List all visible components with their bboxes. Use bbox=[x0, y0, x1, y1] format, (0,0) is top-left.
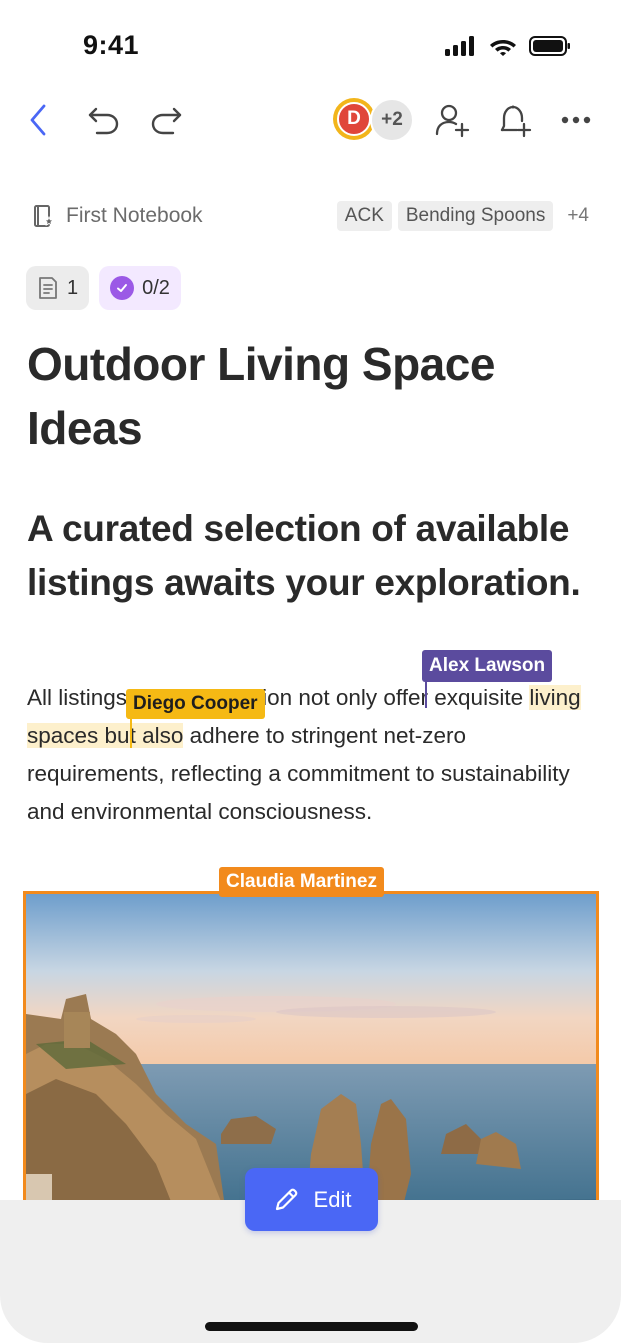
more-button[interactable] bbox=[556, 100, 596, 140]
undo-button[interactable] bbox=[84, 100, 124, 140]
tag-list: ACK Bending Spoons +4 bbox=[336, 201, 589, 231]
share-button[interactable] bbox=[432, 100, 472, 140]
tasks-progress-chip[interactable]: 0/2 bbox=[99, 266, 181, 310]
check-circle-icon bbox=[110, 276, 135, 300]
chevron-left-icon bbox=[30, 104, 46, 136]
wifi-icon bbox=[490, 40, 516, 56]
battery-icon bbox=[529, 36, 570, 56]
back-button[interactable] bbox=[18, 100, 58, 140]
collaborator-label-claudia: Claudia Martinez bbox=[219, 867, 384, 897]
pencil-icon bbox=[275, 1188, 297, 1210]
redo-button[interactable] bbox=[146, 100, 186, 140]
reminder-button[interactable] bbox=[494, 100, 534, 140]
add-reminder-icon bbox=[500, 105, 532, 138]
notes-count-chip[interactable]: 1 bbox=[26, 266, 90, 310]
notebook-icon bbox=[34, 205, 55, 227]
redo-icon bbox=[151, 107, 182, 135]
notebook-name: First Notebook bbox=[66, 204, 203, 227]
document-icon bbox=[39, 277, 57, 299]
tag-item[interactable]: Bending Spoons bbox=[397, 201, 554, 231]
status-icons bbox=[445, 36, 571, 56]
note-title[interactable]: Outdoor Living Space Ideas bbox=[27, 332, 587, 460]
notes-count: 1 bbox=[67, 276, 79, 299]
coastal-landscape-image bbox=[26, 894, 596, 1211]
edit-button-label: Edit bbox=[313, 1186, 352, 1212]
more-icon bbox=[561, 116, 591, 124]
tasks-progress: 0/2 bbox=[142, 276, 170, 299]
cellular-signal-icon bbox=[445, 36, 474, 56]
home-indicator bbox=[205, 1322, 418, 1331]
edit-button[interactable]: Edit bbox=[245, 1168, 378, 1231]
status-time: 9:41 bbox=[83, 30, 140, 60]
add-user-icon bbox=[435, 104, 470, 138]
collaborator-cursor-diego bbox=[130, 718, 132, 748]
avatar-initial: D bbox=[337, 102, 371, 136]
note-meta-row: First Notebook ACK Bending Spoons +4 bbox=[30, 198, 595, 236]
note-subtitle[interactable]: A curated selection of available listing… bbox=[27, 502, 597, 610]
status-bar: 9:41 bbox=[0, 0, 621, 96]
note-image[interactable] bbox=[23, 891, 599, 1211]
note-chips: 1 0/2 bbox=[26, 266, 181, 310]
collaborator-label-alex: Alex Lawson bbox=[422, 650, 553, 682]
tags-more-count[interactable]: +4 bbox=[567, 205, 589, 227]
toolbar: D +2 bbox=[0, 92, 621, 148]
tag-item[interactable]: ACK bbox=[336, 201, 392, 231]
note-paragraph[interactable]: All listings in this collection not only… bbox=[27, 679, 592, 831]
more-collaborators-badge[interactable]: +2 bbox=[370, 98, 414, 142]
avatar[interactable]: D bbox=[333, 98, 375, 140]
undo-icon bbox=[88, 107, 119, 135]
notebook-selector[interactable]: First Notebook bbox=[30, 203, 203, 229]
collaborator-label-diego: Diego Cooper bbox=[126, 689, 265, 719]
paragraph-text: All listings in this collection not only… bbox=[27, 685, 530, 710]
collaborator-cursor-alex bbox=[425, 682, 427, 708]
